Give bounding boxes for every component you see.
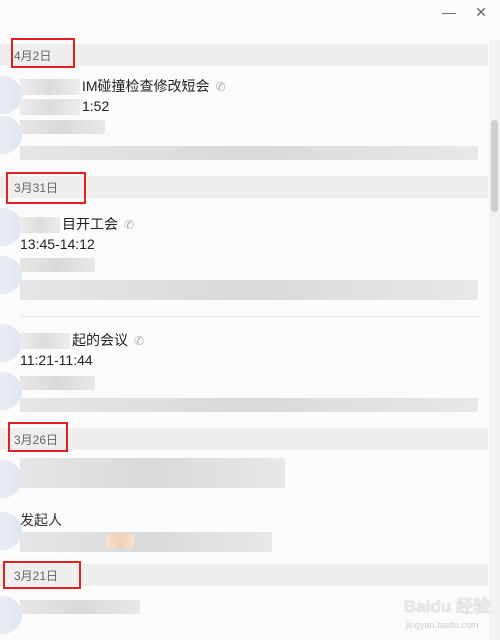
meeting-history-list[interactable]: 4月2日 IM碰撞检查修改短会 ✆ 1:52 3月31日 目开工会 ✆ 13:45-… [0, 40, 488, 640]
meeting-time: 11:21-11:44 [20, 352, 93, 368]
title-bar: — ✕ [0, 0, 500, 40]
avatar [0, 208, 22, 246]
watermark-url: jingyan.baidu.com [406, 620, 479, 630]
date-highlight-box [3, 561, 81, 589]
redaction-mask [20, 333, 70, 350]
meeting-title: IM碰撞检查修改短会 ✆ [20, 76, 226, 96]
meeting-time: 13:45-14:12 [20, 236, 95, 252]
meeting-time: 1:52 [20, 98, 109, 116]
date-header: 3月26日 [0, 428, 488, 450]
date-highlight-box [11, 38, 75, 68]
avatar [0, 372, 22, 410]
date-highlight-box [8, 422, 68, 452]
redacted-participants [20, 258, 95, 272]
scrollbar-thumb[interactable] [491, 120, 498, 212]
redaction-mask [20, 79, 80, 96]
redaction-mask [20, 99, 80, 116]
watermark: Baidu 经验 jingyan.baidu.com [404, 592, 496, 636]
redacted-meeting-title [20, 600, 140, 614]
meeting-title: 目开工会 ✆ [20, 214, 134, 234]
phone-icon: ✆ [124, 218, 135, 232]
redacted-participants [20, 280, 478, 300]
avatar [0, 324, 22, 362]
avatar [0, 512, 22, 550]
meeting-card[interactable]: 发起人 [0, 452, 488, 560]
avatar [0, 256, 22, 294]
close-button[interactable]: ✕ [470, 2, 492, 22]
minimize-button[interactable]: — [438, 2, 460, 22]
avatar [0, 596, 22, 634]
meeting-card[interactable]: 起的会议 ✆ 11:21-11:44 [0, 320, 488, 420]
phone-icon: ✆ [215, 80, 226, 94]
avatar [0, 116, 22, 154]
redacted-participants [20, 376, 95, 390]
scrollbar[interactable] [489, 40, 500, 640]
redacted-participants [20, 398, 478, 412]
redacted-participants [106, 534, 134, 548]
meeting-card[interactable]: 目开工会 ✆ 13:45-14:12 [0, 200, 488, 310]
redacted-participants [20, 146, 478, 160]
avatar [0, 76, 22, 114]
redacted-participants [20, 532, 272, 552]
redacted-meeting-title [20, 458, 285, 488]
meeting-title: 起的会议 ✆ [20, 330, 144, 350]
divider [20, 316, 480, 317]
date-highlight-box [6, 172, 86, 204]
avatar [0, 460, 22, 498]
watermark-logo: Baidu 经验 [404, 597, 490, 616]
phone-icon: ✆ [134, 334, 145, 348]
meeting-host: 发起人 [20, 512, 62, 528]
redacted-participants [20, 120, 105, 134]
meeting-card[interactable]: IM碰撞检查修改短会 ✆ 1:52 [0, 68, 488, 168]
redaction-mask [20, 217, 60, 234]
